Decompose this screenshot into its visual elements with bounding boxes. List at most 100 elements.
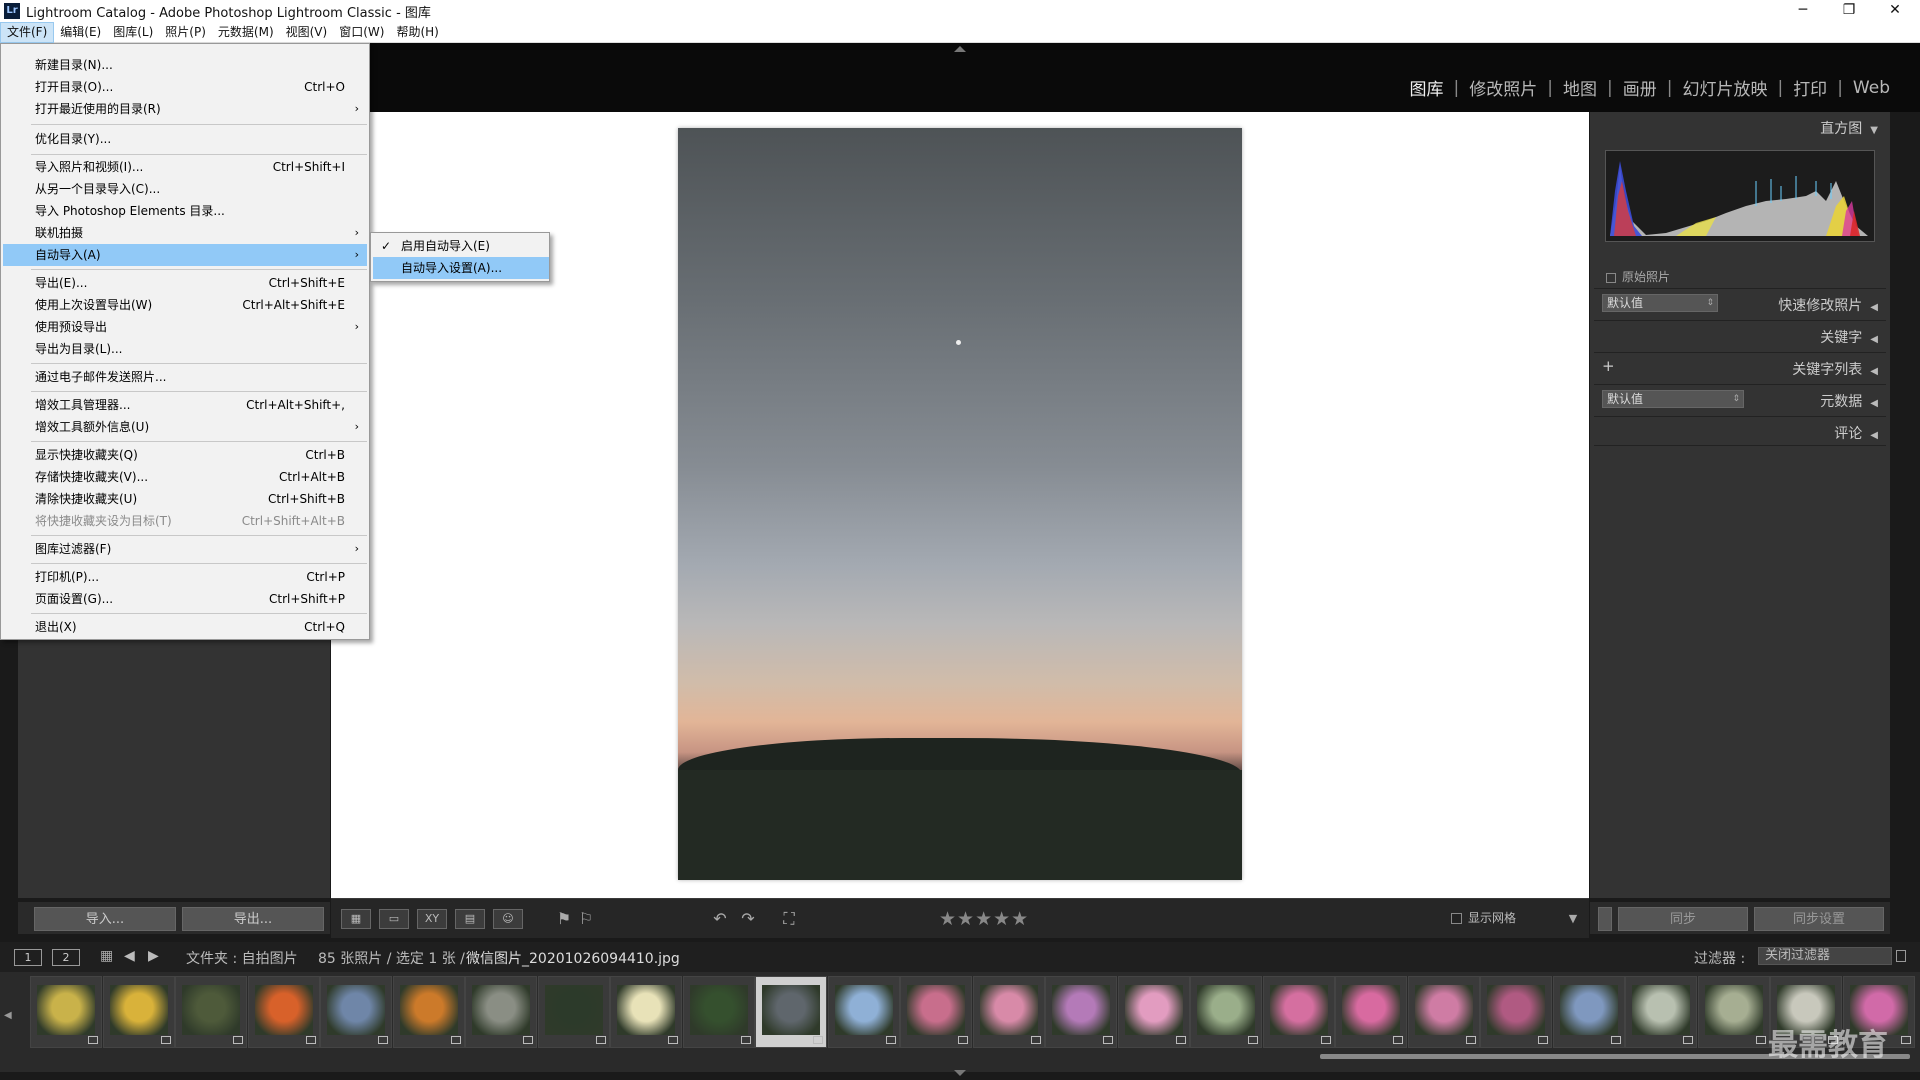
filmstrip-thumbnail[interactable] [392, 976, 465, 1048]
keywording-header[interactable]: 关键字 ◀ [1820, 327, 1878, 347]
filmstrip-thumbnail[interactable] [1045, 976, 1117, 1048]
restore-button[interactable]: ❐ [1826, 0, 1872, 22]
file-menu-item[interactable]: 清除快捷收藏夹(U) Ctrl+Shift+B [3, 488, 367, 510]
quick-develop-preset-select[interactable]: 默认值 ⇕ [1602, 294, 1718, 312]
quick-develop-header[interactable]: 快速修改照片 ◀ [1778, 295, 1878, 315]
menu-edit[interactable]: 编辑(E) [54, 22, 107, 43]
rotate-right-icon[interactable]: ↷ [737, 909, 759, 929]
file-menu-item[interactable]: 页面设置(G)... Ctrl+Shift+P [3, 588, 367, 610]
file-menu-item[interactable]: 增效工具管理器... Ctrl+Alt+Shift+, [3, 394, 367, 416]
sync-toggle-switch[interactable] [1598, 907, 1612, 931]
filmstrip-thumbnail[interactable] [1625, 976, 1697, 1048]
file-menu-item[interactable]: 导出(E)... Ctrl+Shift+E [3, 272, 367, 294]
file-menu-item[interactable]: 使用预设导出 › [3, 316, 367, 338]
toolbar-menu-icon[interactable]: ▼ [1565, 909, 1581, 929]
rotate-left-icon[interactable]: ↶ [709, 909, 731, 929]
filmstrip-thumbnail[interactable] [1697, 976, 1770, 1048]
metadata-header[interactable]: 元数据 ◀ [1820, 391, 1878, 411]
filmstrip-thumbnail[interactable] [1117, 976, 1190, 1048]
filter-select[interactable]: 关闭过滤器 [1758, 947, 1892, 965]
secondary-window-button[interactable]: 2 [52, 949, 80, 966]
menu-item-enable-auto-import[interactable]: ✓ 启用自动导入(E) [373, 235, 549, 257]
module-develop[interactable]: 修改照片 [1459, 75, 1547, 100]
file-menu-item[interactable]: 自动导入(A) › [3, 244, 367, 266]
module-book[interactable]: 画册 [1613, 75, 1667, 100]
module-web[interactable]: Web [1843, 78, 1900, 98]
menu-metadata[interactable]: 元数据(M) [212, 22, 280, 43]
filmstrip-thumbnail[interactable] [465, 976, 537, 1048]
filmstrip-thumbnail[interactable] [1480, 976, 1552, 1048]
people-view-icon[interactable]: ☺ [493, 909, 523, 929]
file-menu-item[interactable]: 退出(X) Ctrl+Q [3, 616, 367, 638]
menu-window[interactable]: 窗口(W) [333, 22, 390, 43]
module-print[interactable]: 打印 [1783, 75, 1837, 100]
primary-window-button[interactable]: 1 [14, 949, 42, 966]
file-menu-item[interactable]: 从另一个目录导入(C)... [3, 178, 367, 200]
show-grid-toggle[interactable]: 显示网格 [1451, 909, 1516, 926]
bottom-panel-toggle-icon[interactable] [954, 1070, 966, 1076]
filmstrip-thumbnail[interactable] [320, 976, 392, 1048]
module-slideshow[interactable]: 幻灯片放映 [1672, 75, 1777, 100]
filmstrip-thumbnail[interactable] [682, 976, 755, 1048]
original-photo-toggle[interactable]: 原始照片 [1606, 268, 1670, 285]
top-panel-toggle-icon[interactable] [954, 46, 966, 52]
file-menu-item[interactable]: 显示快捷收藏夹(Q) Ctrl+B [3, 444, 367, 466]
histogram-header[interactable]: 直方图 ▼ [1820, 118, 1878, 138]
main-photo[interactable] [678, 128, 1242, 880]
survey-view-icon[interactable]: ▤ [455, 909, 485, 929]
module-library[interactable]: 图库 [1400, 75, 1454, 100]
crop-overlay-icon[interactable]: ⛶ [777, 909, 801, 929]
comments-header[interactable]: 评论 ◀ [1834, 423, 1878, 443]
original-photo-checkbox[interactable] [1606, 272, 1616, 283]
source-folder-label[interactable]: 文件夹 : 自拍图片 [186, 948, 298, 968]
menu-help[interactable]: 帮助(H) [390, 22, 444, 43]
back-arrow-icon[interactable]: ◀ [124, 948, 135, 964]
file-menu-item[interactable]: 打印机(P)... Ctrl+P [3, 566, 367, 588]
filmstrip-thumbnail[interactable] [30, 976, 102, 1048]
sync-settings-button[interactable]: 同步设置 [1754, 907, 1884, 931]
reject-flag-icon[interactable]: ⚐ [577, 909, 595, 929]
filmstrip-thumbnail[interactable] [755, 976, 827, 1048]
file-menu-item[interactable]: 新建目录(N)... [3, 54, 367, 76]
minimize-button[interactable]: ─ [1780, 0, 1826, 22]
file-menu-item[interactable]: 打开目录(O)... Ctrl+O [3, 76, 367, 98]
filmstrip-thumbnail[interactable] [1552, 976, 1625, 1048]
loupe-view-icon[interactable]: ▭ [379, 909, 409, 929]
current-filename[interactable]: 微信图片_20201026094410.jpg [466, 948, 680, 968]
filmstrip-thumbnail[interactable] [827, 976, 900, 1048]
file-menu-item[interactable]: 导入 Photoshop Elements 目录... [3, 200, 367, 222]
close-button[interactable]: ✕ [1872, 0, 1918, 22]
export-button[interactable]: 导出... [182, 907, 324, 931]
menu-file[interactable]: 文件(F) [0, 21, 55, 43]
filmstrip-thumbnail[interactable] [247, 976, 320, 1048]
import-button[interactable]: 导入... [34, 907, 176, 931]
flag-icon[interactable]: ⚑ [555, 909, 573, 929]
filmstrip-thumbnail[interactable] [900, 976, 972, 1048]
add-keyword-icon[interactable]: + [1602, 357, 1615, 375]
grid-icon[interactable]: ▦ [100, 948, 113, 964]
file-menu-item[interactable]: 存储快捷收藏夹(V)... Ctrl+Alt+B [3, 466, 367, 488]
filmstrip-thumbnail[interactable] [102, 976, 175, 1048]
filmstrip-thumbnail[interactable] [537, 976, 610, 1048]
menu-photo[interactable]: 照片(P) [159, 22, 212, 43]
file-menu-item[interactable]: 通过电子邮件发送照片... [3, 366, 367, 388]
filmstrip-thumbnail[interactable] [175, 976, 247, 1048]
filmstrip-thumbnail[interactable] [1190, 976, 1262, 1048]
filmstrip-thumbnail[interactable] [1335, 976, 1407, 1048]
file-menu-item[interactable]: 优化目录(Y)... [3, 128, 367, 150]
show-grid-checkbox[interactable] [1451, 913, 1462, 924]
file-menu-item[interactable]: 图库过滤器(F) › [3, 538, 367, 560]
file-menu-item[interactable]: 导入照片和视频(I)... Ctrl+Shift+I [3, 156, 367, 178]
file-menu-item[interactable]: 打开最近使用的目录(R) › [3, 98, 367, 120]
keyword-list-header[interactable]: 关键字列表 ◀ [1792, 359, 1878, 379]
metadata-preset-select[interactable]: 默认值 ⇕ [1602, 390, 1744, 408]
menu-item-auto-import-settings[interactable]: 自动导入设置(A)... [373, 257, 549, 279]
star-rating[interactable]: ★★★★★ [939, 908, 1029, 930]
file-menu-item[interactable]: 使用上次设置导出(W) Ctrl+Alt+Shift+E [3, 294, 367, 316]
file-menu-item[interactable]: 增效工具额外信息(U) › [3, 416, 367, 438]
module-map[interactable]: 地图 [1553, 75, 1607, 100]
grid-view-icon[interactable]: ▦ [341, 909, 371, 929]
filmstrip-thumbnail[interactable] [1407, 976, 1480, 1048]
sync-button[interactable]: 同步 [1618, 907, 1748, 931]
file-menu-item[interactable]: 导出为目录(L)... [3, 338, 367, 360]
